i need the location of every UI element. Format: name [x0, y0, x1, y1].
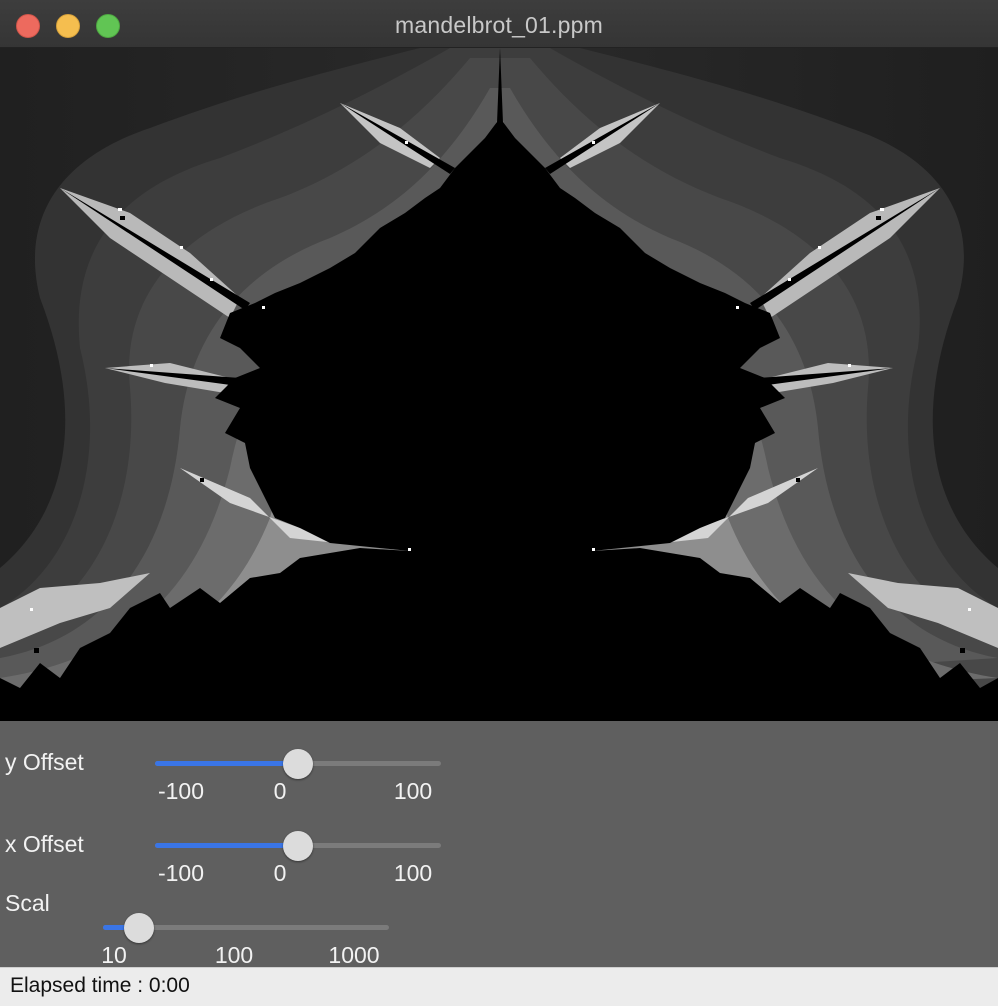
x-offset-tick-max: 100: [393, 860, 433, 886]
control-panel: y Offset -100 0 100 x Offset -100 0 100 …: [0, 721, 998, 968]
scale-label: Scal: [5, 890, 50, 916]
y-offset-tick-min: -100: [157, 778, 205, 804]
y-offset-label: y Offset: [5, 749, 84, 775]
y-offset-tick-mid: 0: [273, 778, 287, 804]
app-window: mandelbrot_01.ppm y Offset -100 0 100 x …: [0, 0, 998, 1006]
mandelbrot-image: [0, 48, 998, 721]
y-offset-slider[interactable]: [155, 749, 441, 779]
title-bar[interactable]: mandelbrot_01.ppm: [0, 0, 998, 48]
scale-tick-100: 100: [214, 942, 254, 968]
scale-slider[interactable]: [103, 913, 389, 943]
status-bar: Elapsed time : 0:00: [0, 967, 998, 1006]
scale-tick-1000: 1000: [328, 942, 380, 968]
elapsed-time-text: Elapsed time : 0:00: [10, 974, 190, 997]
x-offset-label: x Offset: [5, 831, 84, 857]
slider-knob[interactable]: [283, 749, 313, 779]
slider-fill: [155, 761, 298, 766]
slider-fill: [155, 843, 298, 848]
fractal-render: [0, 48, 998, 721]
window-title: mandelbrot_01.ppm: [395, 12, 603, 38]
scale-tick-10: 10: [101, 942, 127, 968]
x-offset-tick-mid: 0: [273, 860, 287, 886]
slider-knob[interactable]: [283, 831, 313, 861]
x-offset-slider[interactable]: [155, 831, 441, 861]
slider-knob[interactable]: [124, 913, 154, 943]
x-offset-tick-min: -100: [157, 860, 205, 886]
y-offset-tick-max: 100: [393, 778, 433, 804]
